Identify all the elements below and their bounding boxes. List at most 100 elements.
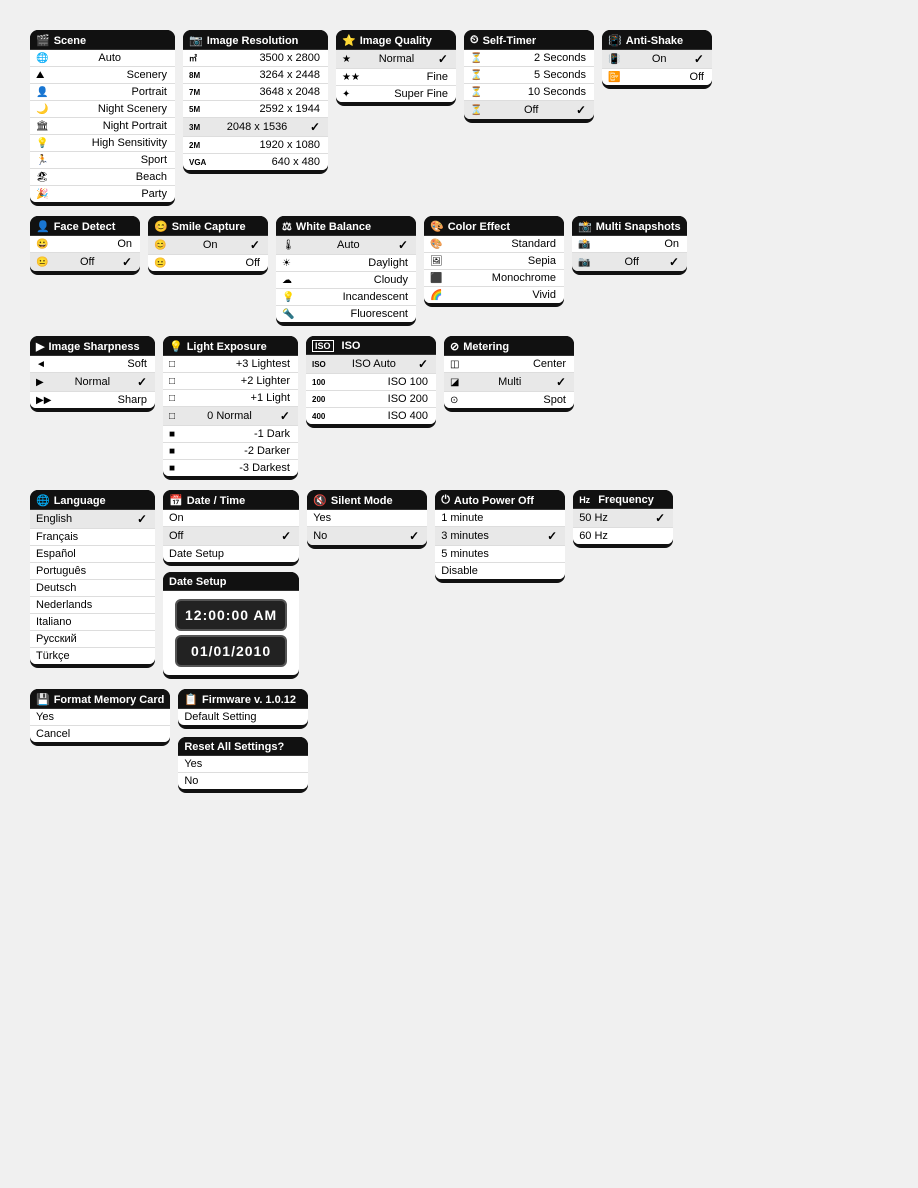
list-item[interactable]: 2M1920 x 1080 [183, 137, 328, 154]
list-item[interactable]: Français [30, 529, 155, 546]
list-item[interactable]: Русский [30, 631, 155, 648]
list-item[interactable]: 😊On✓ [148, 236, 268, 255]
list-item[interactable]: Yes [178, 756, 308, 773]
item-label: Off [690, 71, 704, 83]
list-item[interactable]: ⏳Off✓ [464, 101, 594, 119]
list-item[interactable]: ☀Daylight [276, 255, 416, 272]
list-item[interactable]: 🌡Auto✓ [276, 236, 416, 255]
date-display[interactable]: 01/01/2010 [175, 635, 287, 667]
list-item[interactable]: No [178, 773, 308, 789]
list-item[interactable]: ㎡3500 x 2800 [183, 50, 328, 67]
list-item[interactable]: Español [30, 546, 155, 563]
list-item[interactable]: ■-3 Darkest [163, 460, 298, 476]
face-detect-title: Face Detect [54, 221, 116, 233]
list-item[interactable]: 5M2592 x 1944 [183, 101, 328, 118]
list-item[interactable]: ✦Super Fine [336, 86, 456, 102]
item-label: +3 Lightest [236, 358, 290, 370]
list-item[interactable]: ★Normal✓ [336, 50, 456, 69]
list-item[interactable]: ▶Normal✓ [30, 373, 155, 392]
list-item[interactable]: Default Setting [178, 709, 308, 725]
list-item[interactable]: ■-1 Dark [163, 426, 298, 443]
list-item[interactable]: Italiano [30, 614, 155, 631]
list-item[interactable]: Date Setup [163, 546, 299, 562]
list-item[interactable]: Disable [435, 563, 565, 579]
list-item[interactable]: 60 Hz [573, 528, 673, 544]
reset-header: Reset All Settings? [178, 737, 308, 756]
date-setup-body: 12:00:00 AM 01/01/2010 [163, 591, 299, 675]
list-item[interactable]: □0 Normal✓ [163, 407, 298, 426]
item-label: No [313, 530, 327, 542]
list-item[interactable]: 📴Off [602, 69, 712, 85]
list-item[interactable]: ◄Soft [30, 356, 155, 373]
list-item[interactable]: On [163, 510, 299, 527]
list-item[interactable]: Yes [30, 709, 170, 726]
list-item[interactable]: ⊙Spot [444, 392, 574, 408]
list-item[interactable]: 3M2048 x 1536✓ [183, 118, 328, 137]
list-item[interactable]: 😐Off✓ [30, 253, 140, 271]
list-item[interactable]: ⏳2 Seconds [464, 50, 594, 67]
list-item[interactable]: 5 minutes [435, 546, 565, 563]
silent-mode-menu: 🔇 Silent Mode Yes No✓ [307, 490, 427, 549]
list-item[interactable]: 😀On [30, 236, 140, 253]
list-item[interactable]: ⬛Monochrome [424, 270, 564, 287]
list-item[interactable]: 3 minutes✓ [435, 527, 565, 546]
list-item[interactable]: 📳On✓ [602, 50, 712, 69]
list-item[interactable]: Português [30, 563, 155, 580]
list-item[interactable]: Türkçe [30, 648, 155, 664]
list-item[interactable]: 🌙Night Scenery [30, 101, 175, 118]
list-item[interactable]: Yes [307, 510, 427, 527]
list-item[interactable]: Cancel [30, 726, 170, 742]
time-display[interactable]: 12:00:00 AM [175, 599, 287, 631]
list-item[interactable]: VGA640 x 480 [183, 154, 328, 170]
list-item[interactable]: Off✓ [163, 527, 299, 546]
list-item[interactable]: 🏖Beach [30, 169, 175, 186]
list-item[interactable]: 🌈Vivid [424, 287, 564, 303]
image-sharpness-header: ▶ Image Sharpness [30, 336, 155, 356]
list-item[interactable]: □+3 Lightest [163, 356, 298, 373]
list-item[interactable]: 🏛Night Portrait [30, 118, 175, 135]
list-item[interactable]: ★★Fine [336, 69, 456, 86]
list-item[interactable]: ▶▶Sharp [30, 392, 155, 408]
list-item[interactable]: 50 Hz✓ [573, 509, 673, 528]
image-sharpness-body: ◄Soft ▶Normal✓ ▶▶Sharp [30, 356, 155, 408]
list-item[interactable]: 🎨Standard [424, 236, 564, 253]
list-item[interactable]: 🏃Sport [30, 152, 175, 169]
frequency-body: 50 Hz✓ 60 Hz [573, 509, 673, 544]
list-item[interactable]: Deutsch [30, 580, 155, 597]
image-resolution-menu: 📷 Image Resolution ㎡3500 x 2800 8M3264 x… [183, 30, 328, 174]
list-item[interactable]: 1 minute [435, 510, 565, 527]
list-item[interactable]: ⛰Scenery [30, 67, 175, 84]
list-item[interactable]: No✓ [307, 527, 427, 545]
list-item[interactable]: ⏳5 Seconds [464, 67, 594, 84]
date-setup-menu: Date Setup 12:00:00 AM 01/01/2010 [163, 572, 299, 679]
light-exposure-header: 💡 Light Exposure [163, 336, 298, 356]
item-label: Normal [379, 53, 414, 65]
list-item[interactable]: English✓ [30, 510, 155, 529]
list-item[interactable]: ■-2 Darker [163, 443, 298, 460]
list-item[interactable]: 📷Off✓ [572, 253, 687, 271]
list-item[interactable]: □+1 Light [163, 390, 298, 407]
list-item[interactable]: 🌐Auto [30, 50, 175, 67]
list-item[interactable]: ☁Cloudy [276, 272, 416, 289]
list-item[interactable]: ◪Multi✓ [444, 373, 574, 392]
list-item[interactable]: 7M3648 x 2048 [183, 84, 328, 101]
list-item[interactable]: 8M3264 x 2448 [183, 67, 328, 84]
image-sharpness-menu: ▶ Image Sharpness ◄Soft ▶Normal✓ ▶▶Sharp [30, 336, 155, 412]
list-item[interactable]: ISOISO Auto✓ [306, 355, 436, 374]
list-item[interactable]: ◫Center [444, 356, 574, 373]
list-item[interactable]: 😐Off [148, 255, 268, 271]
list-item[interactable]: Nederlands [30, 597, 155, 614]
list-item[interactable]: 🔦Fluorescent [276, 306, 416, 322]
list-item[interactable]: 🎉Party [30, 186, 175, 202]
list-item[interactable]: 200ISO 200 [306, 391, 436, 408]
list-item[interactable]: 💡Incandescent [276, 289, 416, 306]
list-item[interactable]: □+2 Lighter [163, 373, 298, 390]
list-item[interactable]: 📸On [572, 236, 687, 253]
list-item[interactable]: 400ISO 400 [306, 408, 436, 424]
item-label: Off [80, 256, 94, 268]
list-item[interactable]: 🖼Sepia [424, 253, 564, 270]
list-item[interactable]: 👤Portrait [30, 84, 175, 101]
list-item[interactable]: 💡High Sensitivity [30, 135, 175, 152]
list-item[interactable]: ⏳10 Seconds [464, 84, 594, 101]
list-item[interactable]: 100ISO 100 [306, 374, 436, 391]
